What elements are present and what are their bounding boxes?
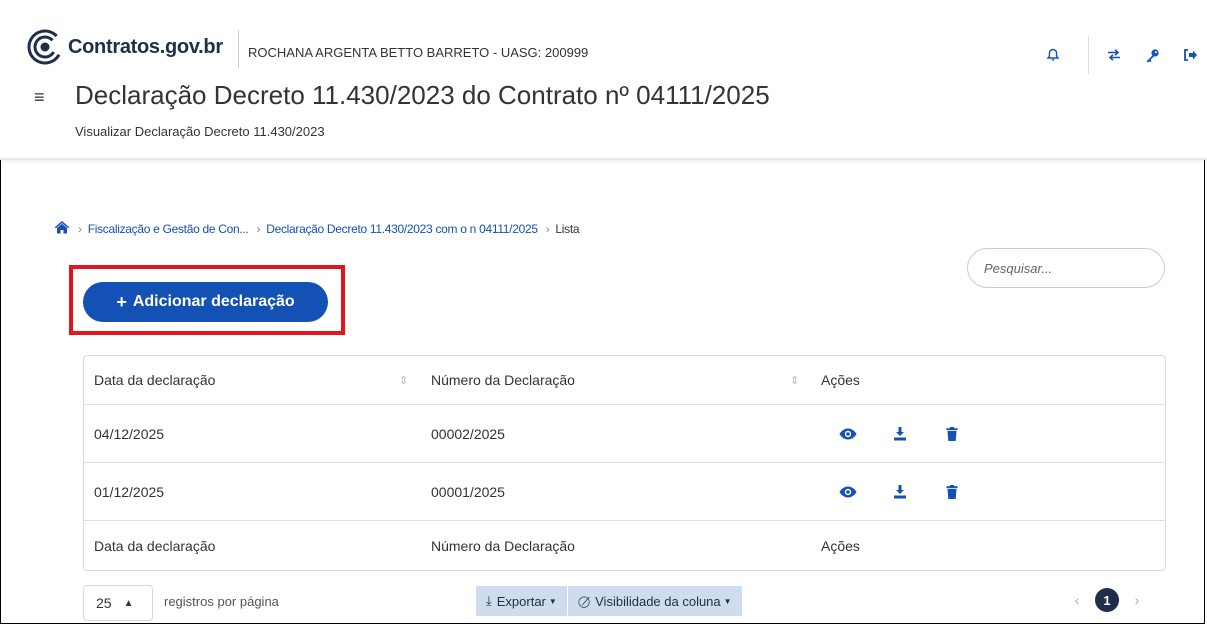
- caret-down-icon: ▼: [548, 596, 557, 606]
- table-tools: ⤓ Exportar ▼ ◯̸ Visibilidade da coluna ▼: [476, 586, 743, 616]
- row-date: 04/12/2025: [94, 425, 165, 442]
- download-icon: ⤓: [486, 593, 492, 608]
- row-actions: [839, 463, 995, 520]
- sort-icon[interactable]: ⇕: [399, 356, 408, 404]
- export-button[interactable]: ⤓ Exportar ▼: [476, 586, 568, 616]
- breadcrumb-separator: ›: [256, 221, 261, 236]
- column-footer-number: Número da Declaração: [431, 538, 575, 554]
- row-actions: [839, 405, 995, 462]
- row-number: 00002/2025: [431, 425, 505, 442]
- next-page-icon[interactable]: ›: [1127, 592, 1147, 608]
- delete-icon[interactable]: [943, 425, 961, 443]
- page-subtitle: Visualizar Declaração Decreto 11.430/202…: [75, 124, 325, 139]
- column-visibility-button[interactable]: ◯̸ Visibilidade da coluna ▼: [567, 586, 743, 616]
- app-header: Contratos.gov.br ROCHANA ARGENTA BETTO B…: [0, 0, 1207, 160]
- header-actions-divider: [1088, 36, 1089, 74]
- caret-down-icon: ▼: [723, 596, 732, 606]
- per-page-label: registros por página: [164, 594, 279, 609]
- column-visibility-label: Visibilidade da coluna: [595, 593, 721, 609]
- table-row: 01/12/2025 00001/2025: [84, 463, 1165, 521]
- bell-icon[interactable]: [1042, 44, 1064, 66]
- previous-page-icon[interactable]: ‹: [1067, 592, 1087, 608]
- table-row: 04/12/2025 00002/2025: [84, 405, 1165, 463]
- column-footer-date: Data da declaração: [94, 538, 216, 554]
- header-divider: [238, 30, 239, 68]
- key-icon[interactable]: [1141, 44, 1163, 66]
- breadcrumb-item-fiscalizacao[interactable]: Fiscalização e Gestão de Con...: [88, 222, 249, 236]
- export-label: Exportar: [496, 593, 546, 609]
- pagination: ‹ 1 ›: [1067, 588, 1147, 612]
- page-title: Declaração Decreto 11.430/2023 do Contra…: [75, 80, 770, 110]
- per-page-value: 25: [96, 595, 112, 611]
- logo-icon: [26, 28, 64, 66]
- swap-icon[interactable]: [1103, 44, 1125, 66]
- add-declaration-label: Adicionar declaração: [132, 293, 295, 310]
- logo-text: Contratos.gov.br: [68, 35, 223, 58]
- app-logo[interactable]: Contratos.gov.br: [26, 28, 223, 66]
- menu-toggle-icon[interactable]: ≡: [34, 87, 45, 108]
- header-actions: [1042, 36, 1207, 74]
- search-input[interactable]: [967, 248, 1165, 288]
- download-icon[interactable]: [891, 425, 909, 443]
- declarations-table: Data da declaração ⇕ Número da Declaraçã…: [83, 355, 1166, 571]
- row-date: 01/12/2025: [94, 483, 165, 500]
- delete-icon[interactable]: [943, 483, 961, 501]
- view-icon[interactable]: [839, 425, 857, 443]
- home-icon[interactable]: [54, 220, 70, 237]
- column-footer-actions: Ações: [821, 538, 860, 554]
- page-number-current[interactable]: 1: [1095, 588, 1119, 612]
- table-footer-row: Data da declaração Número da Declaração …: [84, 521, 1165, 571]
- column-header-number[interactable]: Número da Declaração: [431, 356, 575, 404]
- breadcrumb: › Fiscalização e Gestão de Con... › Decl…: [54, 220, 580, 237]
- breadcrumb-separator: ›: [545, 221, 550, 236]
- add-declaration-button[interactable]: + Adicionar declaração: [83, 282, 328, 322]
- per-page-select[interactable]: 25 ▲︎: [83, 585, 153, 621]
- logout-icon[interactable]: [1179, 44, 1201, 66]
- download-icon[interactable]: [891, 483, 909, 501]
- eye-slash-icon: ◯̸: [577, 595, 591, 608]
- view-icon[interactable]: [839, 483, 857, 501]
- column-header-date[interactable]: Data da declaração: [94, 356, 215, 404]
- row-number: 00001/2025: [431, 483, 505, 500]
- breadcrumb-separator: ›: [78, 221, 82, 236]
- column-header-actions: Ações: [821, 372, 860, 388]
- plus-icon: +: [116, 291, 127, 312]
- sort-icon[interactable]: ⇕: [790, 356, 799, 404]
- breadcrumb-item-declaracao[interactable]: Declaração Decreto 11.430/2023 com o n 0…: [266, 222, 538, 236]
- select-arrows-icon: ▲︎: [123, 597, 134, 609]
- breadcrumb-item-lista: Lista: [555, 221, 580, 236]
- user-info: ROCHANA ARGENTA BETTO BARRETO - UASG: 20…: [248, 45, 589, 60]
- table-header-row: Data da declaração ⇕ Número da Declaraçã…: [84, 356, 1165, 405]
